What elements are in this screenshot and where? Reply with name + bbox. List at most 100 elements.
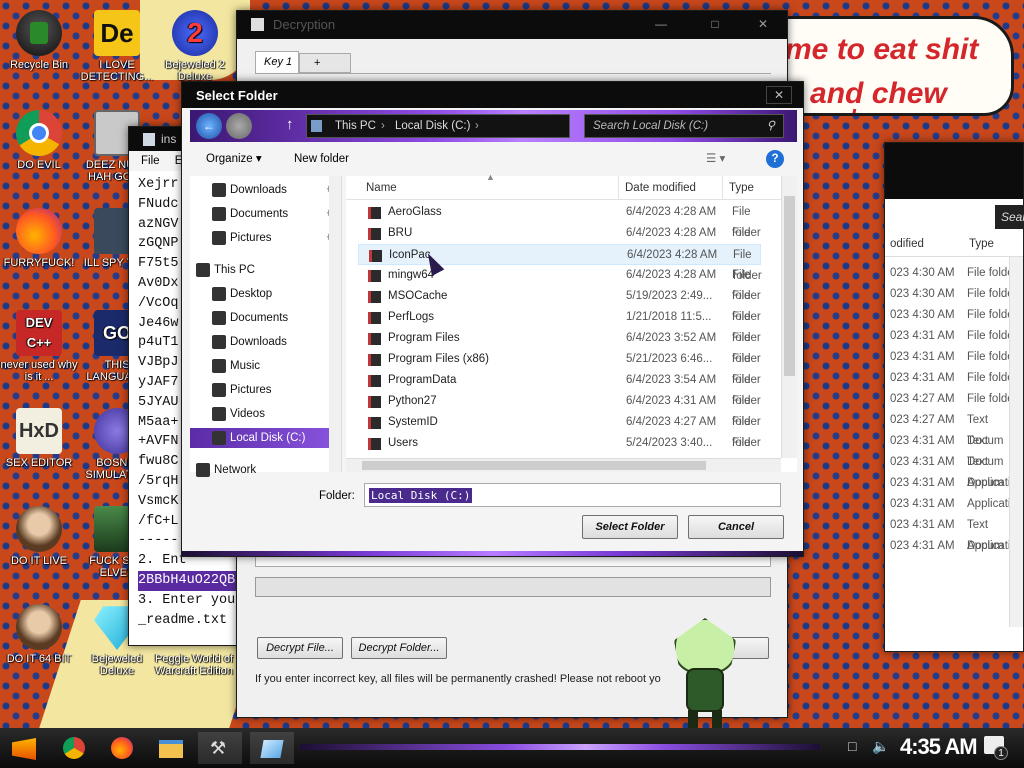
nav-item[interactable]: Documents xyxy=(212,308,288,328)
nav-item-label: Music xyxy=(230,360,261,372)
close-icon[interactable]: ✕ xyxy=(766,86,792,104)
volume-icon[interactable]: 🔈 xyxy=(872,738,889,755)
breadcrumb[interactable]: This PC › Local Disk (C:) › xyxy=(306,114,570,138)
file-row[interactable]: AeroGlass 6/4/2023 4:28 AM File folder xyxy=(358,202,761,239)
h-scrollbar-thumb[interactable] xyxy=(362,461,706,470)
new-folder-button[interactable]: New folder xyxy=(294,144,349,174)
select-folder-dialog[interactable]: Select Folder ✕ ← ↑ This PC › Local Disk… xyxy=(181,81,804,557)
taskbar-chrome-icon[interactable] xyxy=(56,732,94,764)
nav-item[interactable]: Pictures✸ xyxy=(212,228,336,248)
explorer-column-header: odified Type xyxy=(885,233,1023,257)
col-date[interactable]: Date modified xyxy=(625,182,696,194)
file-row[interactable]: mingw64 6/4/2023 4:28 AM File folder xyxy=(358,265,761,302)
explorer-row[interactable]: 023 4:31 AM Text Docum xyxy=(890,515,1023,552)
file-row[interactable]: IconPac 6/4/2023 4:28 AM File folder xyxy=(358,244,762,282)
nav-item[interactable]: Network xyxy=(196,460,256,480)
desktop-icon-do-it-64-bit[interactable]: DO IT 64 BIT xyxy=(0,604,78,665)
explorer-row[interactable]: 023 4:27 AM File folder xyxy=(890,389,1023,410)
minimize-icon[interactable]: — xyxy=(647,15,675,33)
explorer-row[interactable]: 023 4:27 AM Text Docum xyxy=(890,410,1023,447)
file-name: PerfLogs xyxy=(388,311,435,323)
maximize-icon[interactable]: □ xyxy=(701,15,729,33)
nav-scrollbar[interactable] xyxy=(329,176,341,472)
up-arrow-icon[interactable]: ↑ xyxy=(286,116,294,133)
network-icon[interactable]: □ xyxy=(848,738,856,754)
folder-icon xyxy=(368,354,381,366)
nav-item[interactable]: Desktop xyxy=(212,284,272,304)
explorer-row[interactable]: 023 4:30 AM File folder xyxy=(890,305,1023,326)
search-input[interactable]: Search Local Disk (C:) ⚲ xyxy=(584,114,784,138)
folder-input[interactable]: Local Disk (C:) xyxy=(364,483,781,507)
desktop-icon-do-it-live[interactable]: DO IT LIVE xyxy=(0,506,78,567)
search-placeholder: Search Local Disk (C:) xyxy=(593,120,709,132)
notepad-title: ins xyxy=(161,132,177,146)
explorer-row[interactable]: 023 4:31 AM File folder xyxy=(890,368,1023,389)
explorer-search[interactable]: Sear xyxy=(995,205,1024,229)
explorer-row[interactable]: 023 4:30 AM File folder xyxy=(890,263,1023,284)
desktop-icon-sex-editor[interactable]: HxD SEX EDITOR xyxy=(0,408,78,469)
col-date-modified[interactable]: odified xyxy=(890,238,924,250)
tab-add[interactable]: + xyxy=(299,53,351,73)
explorer-row[interactable]: 023 4:31 AM Application xyxy=(890,536,1023,557)
clock[interactable]: 4:35 AM xyxy=(900,734,978,760)
menu-file[interactable]: File xyxy=(141,155,160,167)
vertical-scrollbar[interactable] xyxy=(781,176,797,458)
explorer-scrollbar[interactable] xyxy=(1009,257,1023,627)
background-explorer-window[interactable]: Sear odified Type 023 4:30 AM File folder… xyxy=(884,142,1024,652)
nav-item[interactable]: Downloads xyxy=(212,332,287,352)
col-name[interactable]: Name xyxy=(366,182,397,194)
taskbar-tools-icon[interactable]: ⚒ xyxy=(198,732,242,764)
start-button[interactable] xyxy=(6,732,44,764)
cancel-button[interactable]: Cancel xyxy=(688,515,784,539)
file-row[interactable]: BRU6/4/2023 4:28 AMFile folder xyxy=(358,223,761,260)
nav-item[interactable]: Videos xyxy=(212,404,265,424)
nav-item[interactable]: Downloads✸ xyxy=(212,180,336,200)
decrypt-folder-button[interactable]: Decrypt Folder... xyxy=(351,637,447,659)
explorer-row[interactable]: 023 4:30 AM File folder xyxy=(890,284,1023,305)
nav-item[interactable]: Pictures xyxy=(212,380,272,400)
desktop-icon-devcpp[interactable]: DEV C++ never used why is it ... xyxy=(0,310,78,383)
file-row[interactable]: Users 5/24/2023 3:40... File folder xyxy=(358,433,761,454)
nav-item[interactable]: Music xyxy=(212,356,261,376)
view-options-icon[interactable]: ☰ ▾ xyxy=(706,144,725,174)
explorer-row[interactable]: 023 4:31 AM File folder xyxy=(890,347,1023,368)
explorer-row[interactable]: 023 4:31 AM Application xyxy=(890,494,1023,515)
nav-item[interactable]: Documents✸ xyxy=(212,204,336,224)
select-folder-button[interactable]: Select Folder xyxy=(582,515,678,539)
breadcrumb-local-disk[interactable]: Local Disk (C:) xyxy=(395,115,470,137)
taskbar-explorer-icon[interactable] xyxy=(152,732,190,764)
desktop-icon-furryfuck[interactable]: FURRYFUCK! xyxy=(0,208,78,269)
breadcrumb-this-pc[interactable]: This PC xyxy=(335,115,376,137)
taskbar-app-icon[interactable] xyxy=(250,732,294,764)
back-arrow-icon[interactable]: ← xyxy=(196,113,222,139)
nav-item[interactable]: Local Disk (C:) xyxy=(190,428,340,448)
file-row[interactable]: PerfLogs 1/21/2018 11:5... File folder xyxy=(358,307,761,344)
file-row[interactable]: Program Files (x86) 5/21/2023 6:46... File… xyxy=(358,349,761,386)
file-row[interactable]: Python27 6/4/2023 4:31 AM File folder xyxy=(358,391,761,428)
desktop-icon-i-love-detecting[interactable]: De I LOVE DETECTING... xyxy=(78,10,156,83)
desktop-icon-do-evil[interactable]: DO EVIL xyxy=(0,110,78,171)
scrollbar-thumb[interactable] xyxy=(784,196,795,376)
explorer-row[interactable]: 023 4:31 AM Text Docum xyxy=(890,452,1023,489)
file-row[interactable]: SystemID 6/4/2023 4:27 AM File folder xyxy=(358,412,761,449)
organize-button[interactable]: Organize ▾ xyxy=(206,144,262,174)
explorer-row[interactable]: 023 4:31 AM File folder xyxy=(890,326,1023,347)
col-type[interactable]: Type xyxy=(729,182,754,194)
file-row[interactable]: ProgramData 6/4/2023 3:54 AM File folder xyxy=(358,370,761,407)
close-icon[interactable]: ✕ xyxy=(749,15,777,33)
explorer-row[interactable]: 023 4:31 AM Application xyxy=(890,473,1023,494)
taskbar-firefox-icon[interactable] xyxy=(104,732,142,764)
forward-arrow-icon[interactable] xyxy=(226,113,252,139)
horizontal-scrollbar[interactable] xyxy=(346,458,781,472)
navigation-pane: Downloads✸ Documents✸ Pictures✸ This PC Desk… xyxy=(190,176,342,477)
file-row[interactable]: Program Files 6/4/2023 3:52 AM File folder xyxy=(358,328,761,365)
file-row[interactable]: MSOCache 5/19/2023 2:49... File folder xyxy=(358,286,761,323)
decrypt-file-button[interactable]: Decrypt File... xyxy=(257,637,343,659)
nav-item[interactable]: This PC xyxy=(196,260,255,280)
help-icon[interactable]: ? xyxy=(766,150,784,168)
tab-key-1[interactable]: Key 1 xyxy=(255,51,299,73)
col-type[interactable]: Type xyxy=(969,238,994,250)
desktop-icon-bejeweled-2[interactable]: 2 Bejeweled 2 Deluxe xyxy=(156,10,234,83)
explorer-row[interactable]: 023 4:31 AM Text Docum xyxy=(890,431,1023,468)
desktop-icon-recycle-bin[interactable]: Recycle Bin xyxy=(0,10,78,71)
